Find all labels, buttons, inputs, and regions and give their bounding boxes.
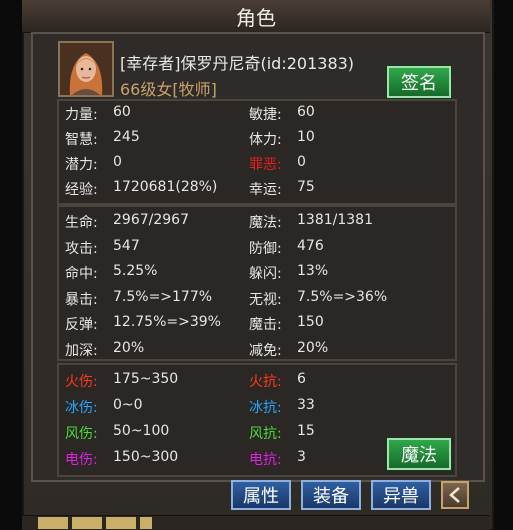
avatar[interactable] bbox=[58, 41, 114, 97]
stat-label: 潜力: bbox=[65, 157, 98, 173]
stat-label: 电伤: bbox=[65, 452, 98, 468]
stat-label: 暴击: bbox=[65, 291, 98, 308]
stat-value: 5.25% bbox=[113, 263, 158, 279]
stat-value: 175~350 bbox=[113, 371, 179, 387]
chevron-left-icon bbox=[449, 487, 460, 503]
sign-button[interactable]: 签名 bbox=[387, 66, 451, 98]
slot-indicator bbox=[38, 517, 68, 529]
slot-indicator bbox=[106, 517, 136, 529]
tab-beast[interactable]: 异兽 bbox=[371, 480, 431, 510]
slot-indicator bbox=[72, 517, 102, 529]
stat-value: 20% bbox=[113, 339, 145, 356]
stat-value: 60 bbox=[113, 104, 131, 120]
back-button[interactable] bbox=[441, 481, 469, 509]
stat-row: 攻击: 547 防御: 476 bbox=[59, 236, 455, 258]
stat-row: 命中: 5.25% 躲闪: 13% bbox=[59, 261, 455, 283]
stat-value: 75 bbox=[297, 179, 315, 195]
stat-row: 潜力: 0 罪恶: 0 bbox=[59, 152, 455, 174]
stat-label: 无视: bbox=[249, 291, 282, 308]
stat-row: 加深: 20% 减免: 20% bbox=[59, 338, 455, 360]
stat-label: 反弹: bbox=[65, 317, 98, 333]
stat-row: 经验: 1720681(28%) 幸运: 75 bbox=[59, 177, 455, 199]
stat-value: 6 bbox=[297, 371, 306, 387]
window-title: 角色 bbox=[22, 0, 490, 33]
stat-label: 电抗: bbox=[249, 452, 282, 468]
stat-value: 0~0 bbox=[113, 397, 143, 413]
stat-label: 体力: bbox=[249, 132, 282, 148]
stat-value: 0 bbox=[297, 154, 306, 170]
stat-value: 2967/2967 bbox=[113, 212, 189, 228]
stat-label: 加深: bbox=[65, 342, 98, 359]
stat-label: 敏捷: bbox=[249, 107, 282, 123]
stat-label: 火伤: bbox=[65, 374, 98, 390]
stat-label: 风抗: bbox=[249, 426, 282, 442]
stat-label: 火抗: bbox=[249, 374, 282, 390]
stat-label: 冰伤: bbox=[65, 400, 98, 416]
stat-value: 7.5%=>36% bbox=[297, 288, 388, 305]
stat-row: 反弹: 12.75%=>39% 魔击: 150 bbox=[59, 312, 455, 334]
stat-value: 60 bbox=[297, 104, 315, 120]
stat-value: 1720681(28%) bbox=[113, 179, 218, 195]
stat-label: 经验: bbox=[65, 182, 98, 198]
tab-equipment[interactable]: 装备 bbox=[301, 480, 361, 510]
stat-label: 攻击: bbox=[65, 240, 98, 257]
stat-value: 150 bbox=[297, 314, 324, 330]
stat-value: 7.5%=>177% bbox=[113, 288, 213, 305]
stat-row: 智慧: 245 体力: 10 bbox=[59, 127, 455, 149]
character-name: [幸存者]保罗丹尼奇(id:201383) bbox=[120, 54, 355, 73]
stat-row: 力量: 60 敏捷: 60 bbox=[59, 102, 455, 124]
stat-label: 命中: bbox=[65, 266, 98, 282]
stat-value: 0 bbox=[113, 154, 122, 170]
stat-row: 生命: 2967/2967 魔法: 1381/1381 bbox=[59, 210, 455, 232]
stat-label: 生命: bbox=[65, 215, 98, 231]
stat-value: 150~300 bbox=[113, 449, 179, 465]
stat-value: 50~100 bbox=[113, 423, 170, 439]
stat-label: 幸运: bbox=[249, 182, 282, 198]
stat-value: 3 bbox=[297, 449, 306, 465]
stat-row: 火伤: 175~350 火抗: 6 bbox=[59, 369, 455, 391]
stat-value: 13% bbox=[297, 263, 329, 279]
stat-value: 33 bbox=[297, 397, 315, 413]
stat-label: 减免: bbox=[249, 342, 282, 359]
stat-value: 12.75%=>39% bbox=[113, 314, 221, 330]
stat-label: 智慧: bbox=[65, 132, 98, 148]
stat-label: 冰抗: bbox=[249, 400, 282, 416]
stat-label: 防御: bbox=[249, 240, 282, 257]
stat-value: 476 bbox=[297, 237, 324, 254]
stat-label: 魔法: bbox=[249, 215, 282, 231]
stat-label: 躲闪: bbox=[249, 266, 282, 282]
portrait-icon bbox=[60, 43, 112, 95]
stat-value: 20% bbox=[297, 339, 329, 356]
stat-label: 魔击: bbox=[249, 317, 282, 333]
combat-stats-panel: 生命: 2967/2967 魔法: 1381/1381 攻击: 547 防御: 476 命中: 5… bbox=[57, 205, 457, 361]
slot-indicator bbox=[140, 517, 152, 529]
magic-button[interactable]: 魔法 bbox=[387, 438, 451, 470]
stat-label: 罪恶: bbox=[249, 157, 282, 173]
stat-value: 15 bbox=[297, 423, 315, 439]
stat-value: 10 bbox=[297, 129, 315, 145]
stat-value: 547 bbox=[113, 237, 140, 254]
stat-row: 暴击: 7.5%=>177% 无视: 7.5%=>36% bbox=[59, 287, 455, 309]
stat-row: 冰伤: 0~0 冰抗: 33 bbox=[59, 395, 455, 417]
window-title-text: 角色 bbox=[236, 5, 276, 30]
stat-label: 力量: bbox=[65, 107, 98, 123]
stat-value: 1381/1381 bbox=[297, 212, 373, 228]
tab-attributes[interactable]: 属性 bbox=[231, 480, 291, 510]
character-level-class: 66级女[牧师] bbox=[120, 80, 217, 99]
stat-label: 风伤: bbox=[65, 426, 98, 442]
stat-value: 245 bbox=[113, 129, 140, 145]
basic-stats-panel: 力量: 60 敏捷: 60 智慧: 245 体力: 10 潜力: 0 罪恶: 0 经验: 1720681(… bbox=[57, 99, 457, 205]
